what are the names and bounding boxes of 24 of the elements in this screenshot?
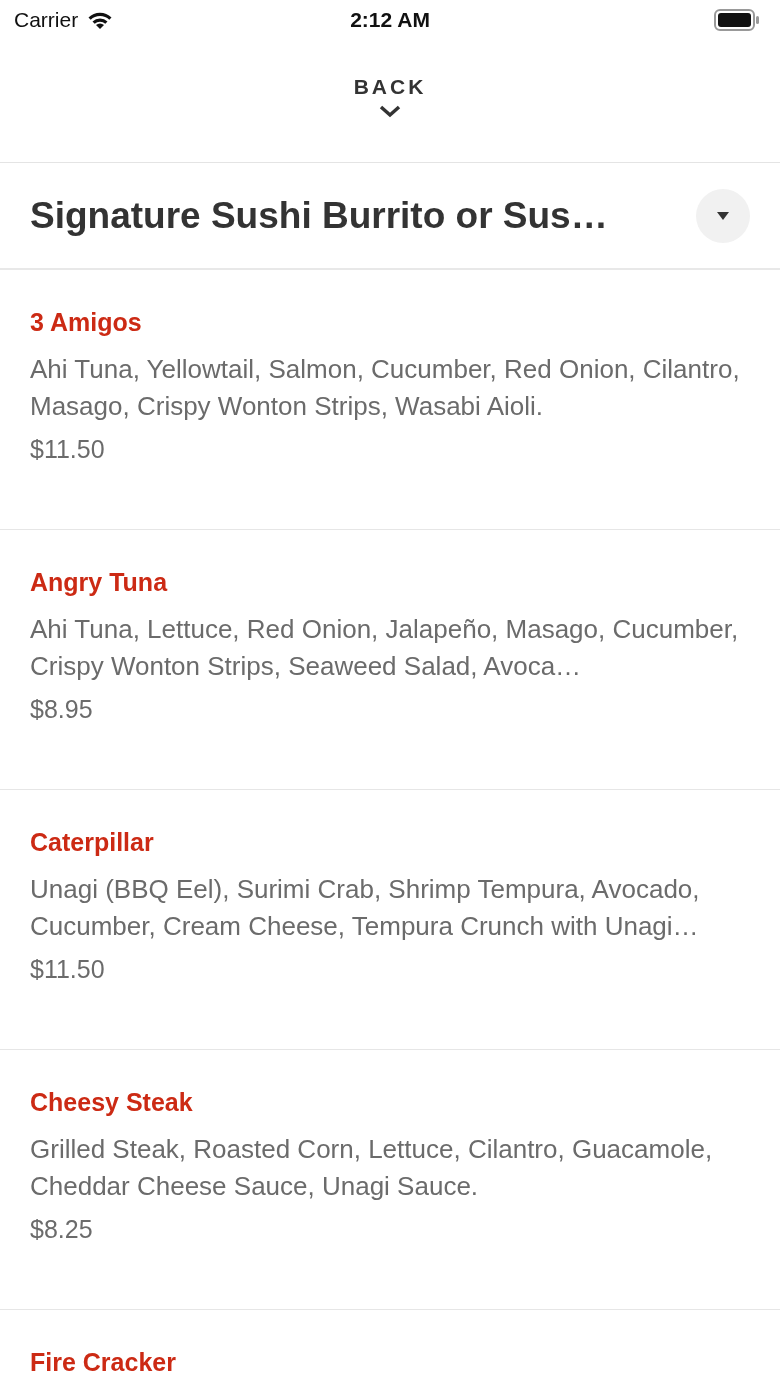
menu-item[interactable]: 3 Amigos Ahi Tuna, Yellowtail, Salmon, Cucumber, Red Onion, Cilantro, Masago, Crispy Wonton Strips, Wasabi Aioli. $11.50 bbox=[0, 270, 780, 530]
status-time: 2:12 AM bbox=[349, 8, 431, 32]
category-title: Signature Sushi Burrito or Sus… bbox=[30, 194, 608, 237]
menu-item[interactable]: Fire Cracker bbox=[0, 1310, 780, 1387]
item-description: Ahi Tuna, Lettuce, Red Onion, Jalapeño, Masago, Cucumber, Crispy Wonton Strips, Seaweed Salad, Avoca… bbox=[30, 613, 740, 683]
item-name: Cheesy Steak bbox=[30, 1088, 194, 1117]
item-description: Grilled Steak, Roasted Corn, Lettuce, Cilantro, Guacamole, Cheddar Cheese Sauce, Unagi Sauce. bbox=[30, 1133, 714, 1203]
menu-item[interactable]: Cheesy Steak Grilled Steak, Roasted Corn, Lettuce, Cilantro, Guacamole, Cheddar Cheese Sauce, Unagi Sauce. $8.25 bbox=[0, 1050, 780, 1310]
item-price: $8.95 bbox=[30, 695, 94, 724]
item-name: 3 Amigos bbox=[30, 308, 143, 337]
chevron-down-icon bbox=[378, 103, 402, 119]
item-price: $11.50 bbox=[30, 955, 106, 984]
item-description: Ahi Tuna, Yellowtail, Salmon, Cucumber, Red Onion, Cilantro, Masago, Crispy Wonton Strips, Wasabi Aioli. bbox=[30, 353, 741, 423]
menu-item[interactable]: Angry Tuna Ahi Tuna, Lettuce, Red Onion, Jalapeño, Masago, Cucumber, Crispy Wonton Strips, Seaweed Salad, Avoca… $8.95 bbox=[0, 530, 780, 790]
carrier-name: Carrier bbox=[14, 8, 79, 32]
item-name: Angry Tuna bbox=[30, 568, 169, 597]
menu-item[interactable]: Caterpillar Unagi (BBQ Eel), Surimi Crab, Shrimp Tempura, Avocado, Cucumber, Cream Cheese, Tempura Crunch with Unagi… $11.50 bbox=[0, 790, 780, 1050]
item-price: $11.50 bbox=[30, 435, 106, 464]
item-description: Unagi (BBQ Eel), Surimi Crab, Shrimp Tempura, Avocado, Cucumber, Cream Cheese, Tempura Crunch with Unagi… bbox=[30, 873, 701, 943]
item-price: $8.25 bbox=[30, 1215, 94, 1244]
dropdown-triangle-icon bbox=[716, 210, 730, 221]
item-name: Caterpillar bbox=[30, 828, 155, 857]
item-name: Fire Cracker bbox=[30, 1348, 177, 1377]
battery-icon bbox=[714, 9, 760, 31]
